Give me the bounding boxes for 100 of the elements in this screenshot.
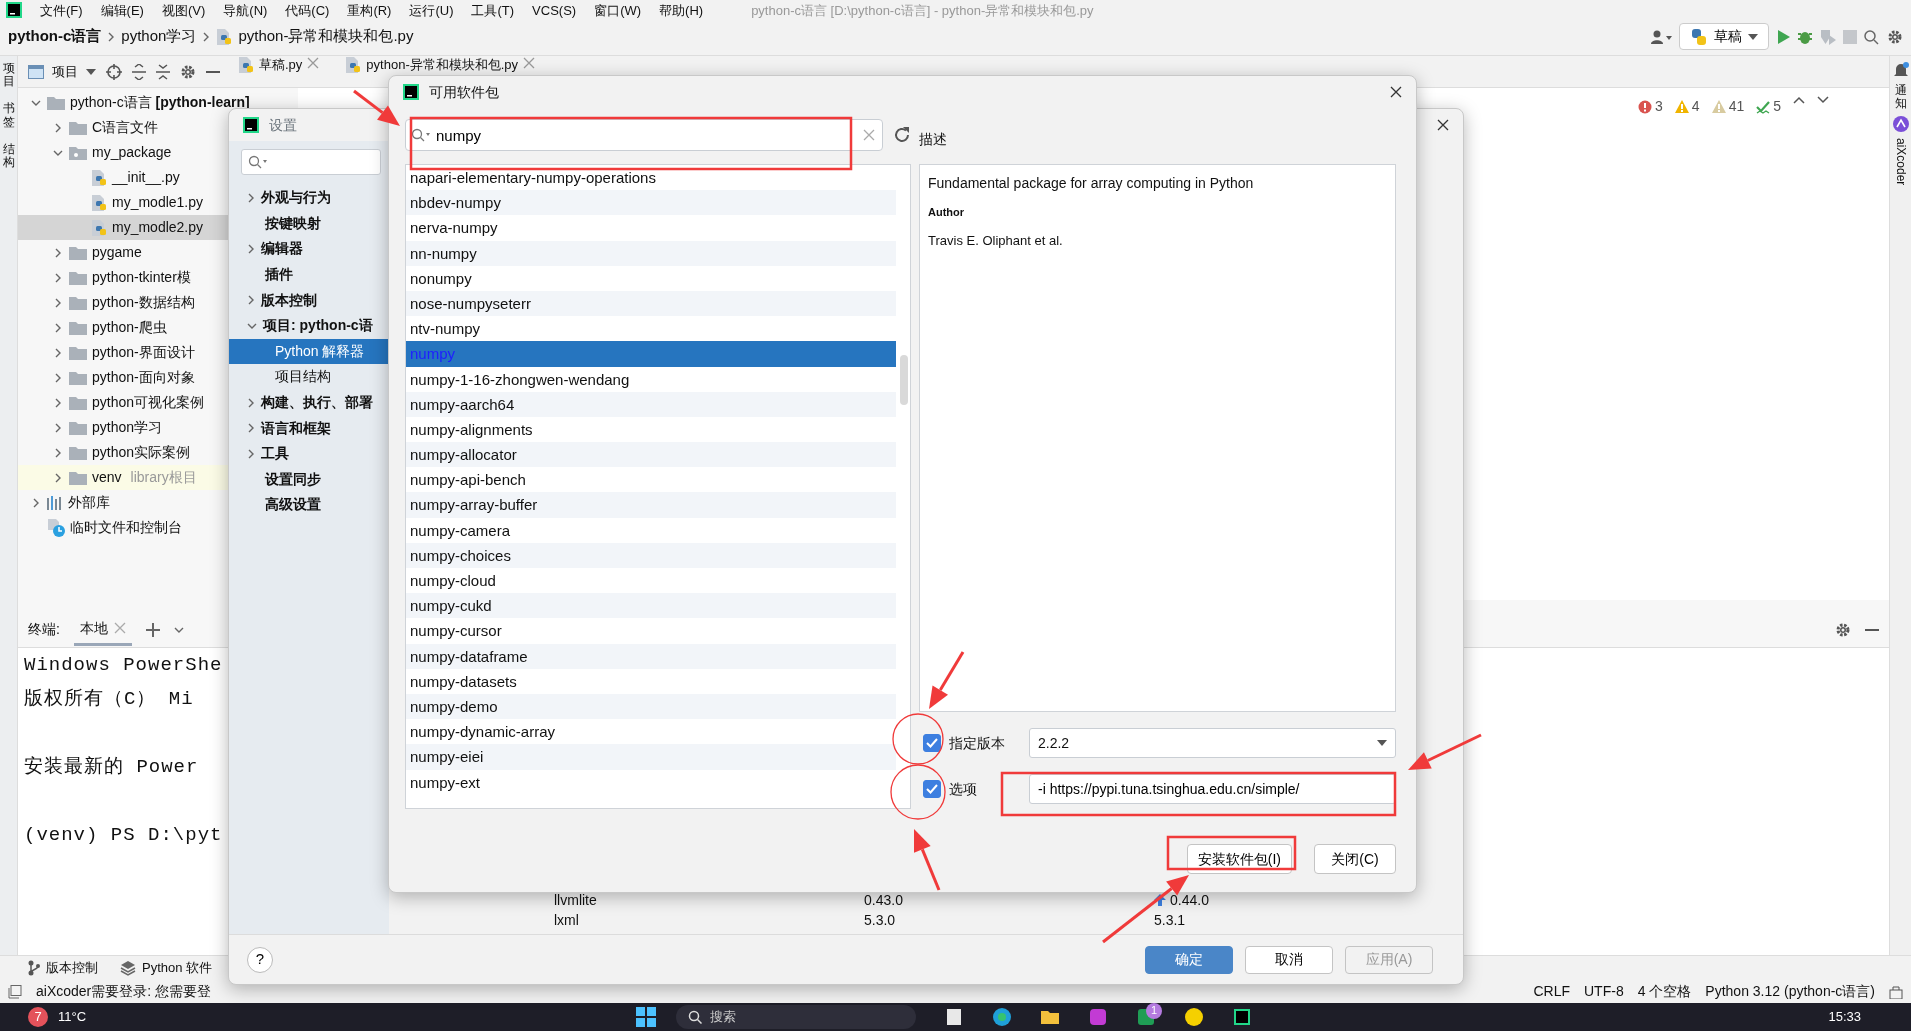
tree-item[interactable]: my_package	[18, 140, 298, 165]
settings-nav-item[interactable]: 高级设置	[229, 492, 389, 518]
browser-icon[interactable]	[992, 1007, 1013, 1028]
dialog-button[interactable]: 安装软件包(I)	[1186, 844, 1292, 874]
package-item[interactable]: numpy-eiei	[406, 744, 896, 770]
taskbar-search[interactable]: 搜索	[676, 1005, 917, 1029]
run-icon[interactable]	[1775, 28, 1791, 45]
package-item[interactable]: nerva-numpy	[406, 215, 896, 241]
settings-nav-item[interactable]: 版本控制	[229, 287, 389, 313]
project-view-dropdown[interactable]: 项目	[28, 61, 96, 82]
package-item[interactable]: numpy-ext	[406, 769, 896, 795]
package-item[interactable]: numpy-dynamic-array	[406, 719, 896, 745]
settings-nav-item[interactable]: 语言和框架	[229, 415, 389, 441]
collapse-all-icon[interactable]	[156, 63, 170, 80]
terminal-tab[interactable]: 本地	[73, 613, 132, 646]
tree-item[interactable]: 临时文件和控制台	[18, 515, 298, 540]
menu-item[interactable]: 重构(R)	[347, 3, 392, 18]
menu-item[interactable]: 视图(V)	[161, 3, 206, 18]
settings-icon[interactable]	[1835, 621, 1851, 638]
app-logo-icon[interactable]	[1232, 1007, 1253, 1028]
menu-item[interactable]: 窗口(W)	[594, 3, 642, 18]
package-item[interactable]: nn-numpy	[406, 240, 896, 266]
package-item[interactable]: numpy-cloud	[406, 568, 896, 594]
menu-item[interactable]: 运行(U)	[409, 3, 454, 18]
menu-item[interactable]: 帮助(H)	[659, 3, 704, 18]
menu-item[interactable]: VCS(S)	[532, 3, 577, 18]
app-icon[interactable]	[1184, 1007, 1205, 1028]
checkbox[interactable]	[923, 780, 941, 798]
editor-tab[interactable]: 草稿.py	[230, 55, 328, 88]
package-item[interactable]: numpy-alignments	[406, 416, 896, 443]
settings-nav-item[interactable]: Python 解释器	[229, 338, 389, 365]
search-icon[interactable]	[1863, 28, 1881, 45]
status-item[interactable]: UTF-8	[1584, 981, 1624, 1002]
refresh-icon[interactable]	[893, 126, 911, 144]
add-icon[interactable]	[145, 622, 160, 637]
status-item[interactable]: CRLF	[1533, 981, 1570, 1002]
close-icon[interactable]	[1390, 86, 1402, 98]
menu-item[interactable]: 代码(C)	[285, 3, 330, 18]
settings-icon[interactable]	[1887, 28, 1903, 45]
status-item[interactable]: Python 3.12 (python-c语言)	[1705, 981, 1875, 1002]
tree-item[interactable]: python-c语言 [python-learn]	[18, 90, 298, 115]
version-dropdown[interactable]: 2.2.2	[1029, 728, 1396, 758]
menu-item[interactable]: 文件(F)	[40, 3, 83, 18]
tool-window-label[interactable]: 项目	[2, 62, 15, 89]
run-configuration-dropdown[interactable]: 草稿	[1679, 23, 1769, 50]
settings-nav-item[interactable]: 工具	[229, 440, 389, 467]
package-item[interactable]: numpy-aarch64	[406, 391, 896, 417]
package-item[interactable]: nonumpy	[406, 265, 896, 291]
windows-logo-icon[interactable]	[636, 1007, 657, 1027]
dialog-button[interactable]: 关闭(C)	[1314, 844, 1396, 874]
package-item[interactable]: numpy-allocator	[406, 442, 896, 468]
menu-item[interactable]: 编辑(E)	[100, 3, 144, 18]
status-item[interactable]: 4 个空格	[1637, 981, 1692, 1002]
tool-window-button[interactable]: 版本控制	[28, 958, 98, 978]
crosshair-icon[interactable]	[106, 63, 122, 80]
package-item[interactable]: numpy-camera	[406, 517, 896, 543]
package-item[interactable]: nose-numpyseterr	[406, 290, 896, 317]
package-item[interactable]: ntv-numpy	[406, 316, 896, 342]
package-item[interactable]: napari-elementary-numpy-operations	[406, 165, 896, 191]
package-item[interactable]: numpy-array-buffer	[406, 492, 896, 518]
notification-bell-icon[interactable]	[1892, 62, 1909, 78]
menu-item[interactable]: 导航(N)	[223, 3, 268, 18]
options-field[interactable]: -i https://pypi.tuna.tsinghua.edu.cn/simple/	[1029, 774, 1396, 804]
search-field[interactable]	[241, 149, 381, 175]
tool-window-label[interactable]: aiXcoder	[1891, 138, 1910, 186]
scrollbar-thumb[interactable]	[900, 355, 908, 405]
expand-all-icon[interactable]	[132, 63, 146, 80]
dialog-button[interactable]: 取消	[1245, 945, 1333, 974]
menu-item[interactable]: 工具(T)	[471, 3, 515, 18]
settings-nav-item[interactable]: 项目: python-c语	[229, 312, 389, 339]
dialog-button[interactable]: 确定	[1145, 945, 1233, 974]
tool-window-label[interactable]: 书签	[2, 102, 15, 129]
package-item[interactable]: numpy-1-16-zhongwen-wendang	[406, 366, 896, 392]
search-field[interactable]: numpy	[405, 119, 883, 151]
user-icon[interactable]	[1651, 29, 1673, 44]
package-item[interactable]: numpy-dataframe	[406, 643, 896, 669]
package-item[interactable]: numpy-cursor	[406, 618, 896, 644]
checkbox[interactable]	[923, 734, 941, 752]
close-icon[interactable]	[1437, 119, 1449, 131]
breadcrumb[interactable]: python学习	[121, 25, 197, 48]
app-logo-icon	[403, 84, 419, 100]
package-item[interactable]: nbdev-numpy	[406, 190, 896, 216]
settings-nav-item[interactable]: 插件	[229, 261, 389, 288]
aixcoder-logo-icon[interactable]	[1892, 116, 1909, 133]
package-item[interactable]: numpy-demo	[406, 693, 896, 720]
breadcrumb[interactable]: python-异常和模块和包.py	[238, 25, 414, 48]
breadcrumb[interactable]: python-c语言	[8, 25, 102, 48]
package-item[interactable]: numpy-choices	[406, 542, 896, 568]
chevron-down-icon[interactable]	[1817, 96, 1829, 104]
package-item[interactable]: numpy-datasets	[406, 668, 896, 694]
settings-nav-item[interactable]: 项目结构	[229, 364, 389, 390]
package-item[interactable]: numpy-api-bench	[406, 467, 896, 493]
tool-window-label[interactable]: 通知	[1894, 84, 1907, 111]
settings-icon[interactable]	[180, 63, 196, 80]
chevron-up-icon[interactable]	[1793, 96, 1805, 104]
package-item[interactable]: numpy-cukd	[406, 593, 896, 619]
tool-window-label[interactable]: 结构	[2, 142, 15, 170]
settings-nav-item[interactable]: 构建、执行、部署	[229, 389, 389, 416]
help-button[interactable]: ?	[247, 946, 273, 973]
tool-window-button[interactable]: Python 软件	[120, 958, 213, 978]
